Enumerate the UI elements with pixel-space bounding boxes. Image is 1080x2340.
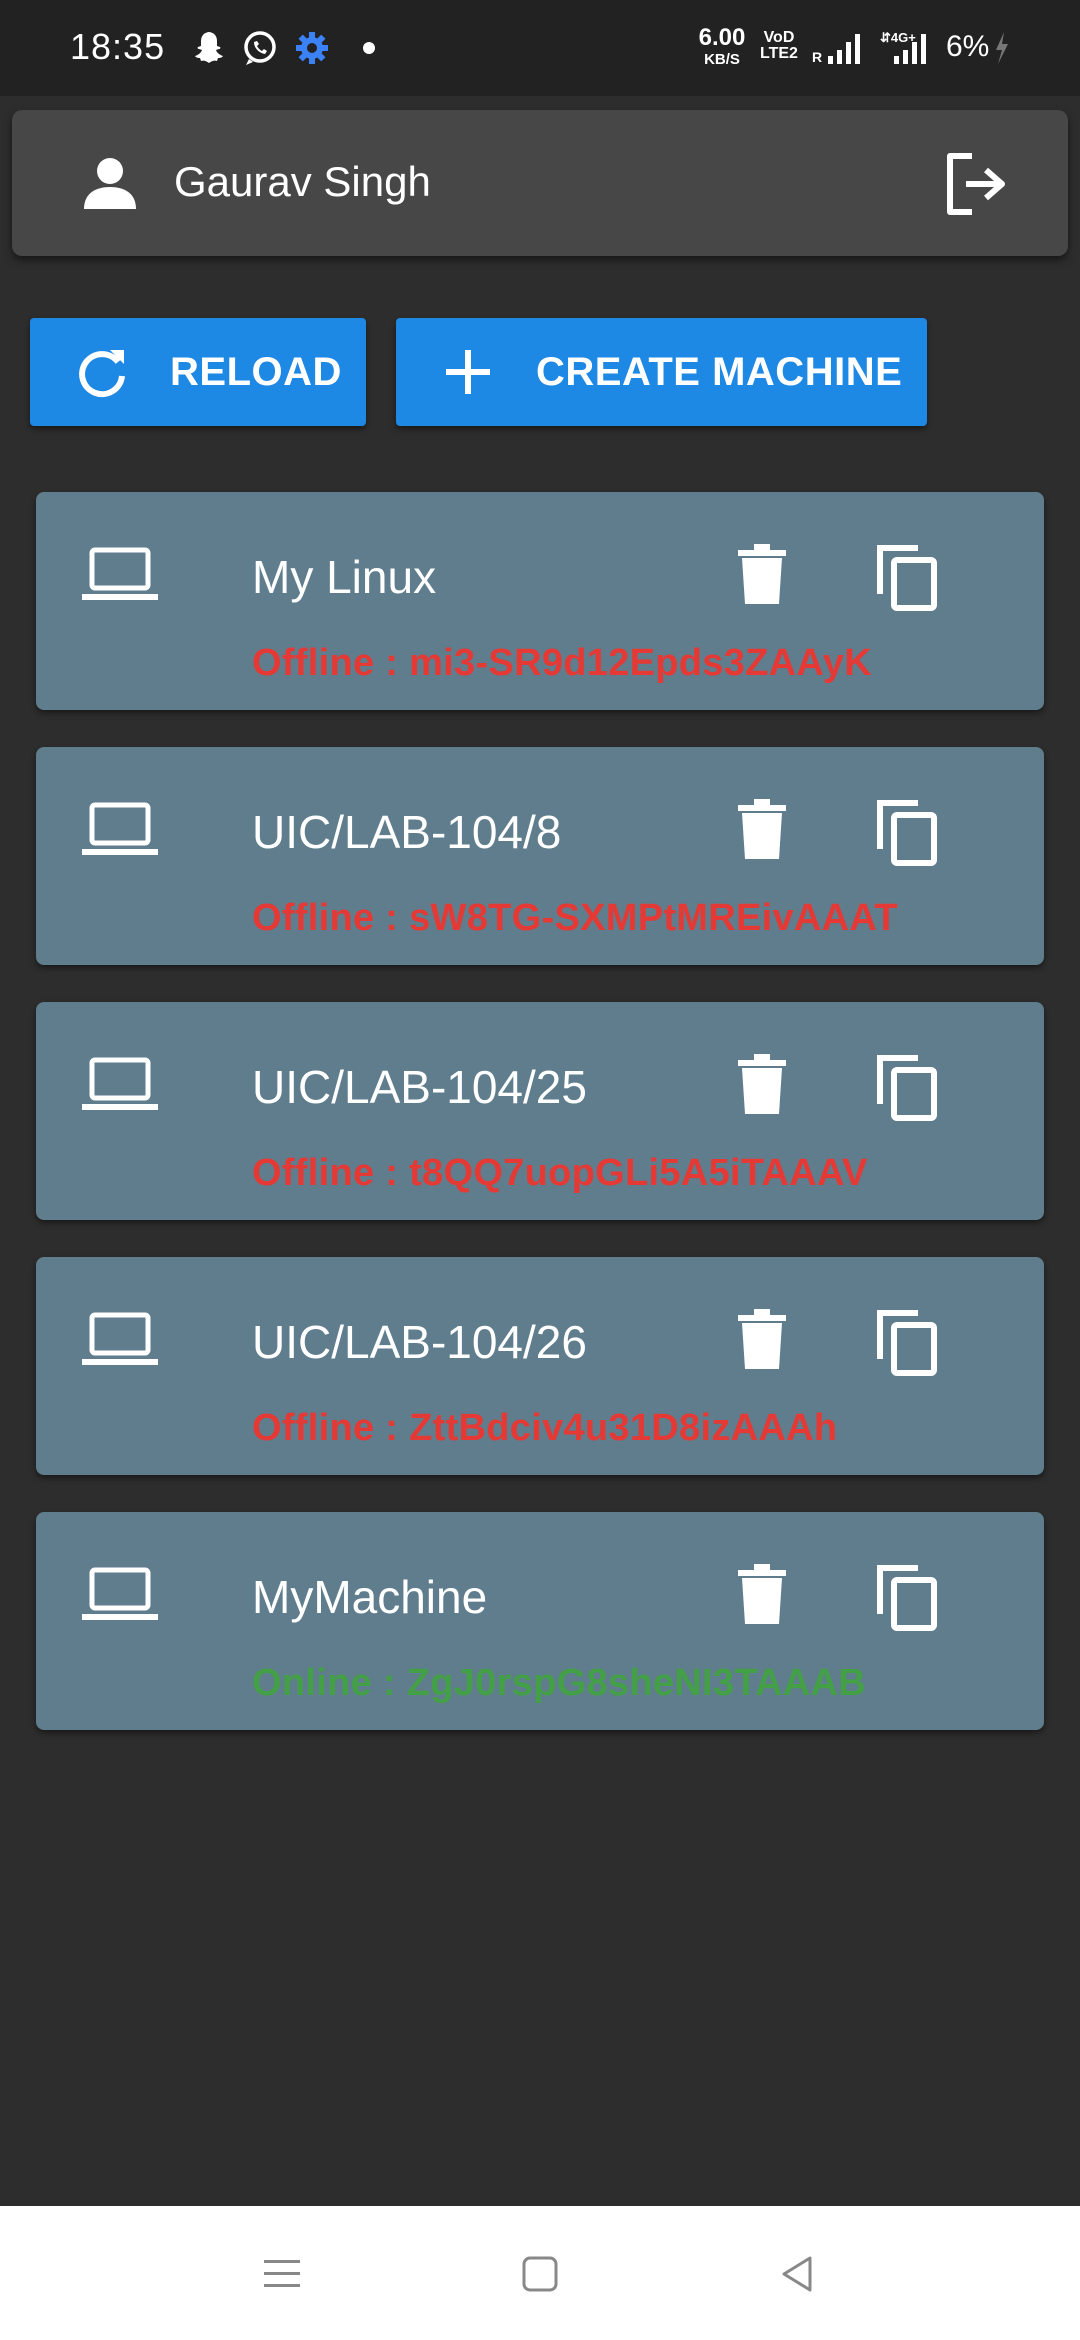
machine-name: My Linux [252,551,437,603]
trash-icon[interactable] [736,1564,788,1626]
machine-status: Online : ZgJ0rspG8sheNI3TAAAB [252,1662,866,1704]
copy-icon[interactable] [874,1307,940,1377]
machine-name: UIC/LAB-104/26 [252,1316,587,1368]
trash-icon[interactable] [736,1054,788,1116]
machine-status: Offline : sW8TG-SXMPtMREivAAAT [252,897,898,939]
svg-text:R: R [812,49,822,65]
signal-icon: R [812,34,860,65]
laptop-icon [82,1312,158,1365]
svg-text:⇵4G+: ⇵4G+ [880,30,916,45]
machine-card[interactable]: UIC/LAB-104/26 Offline : ZttBdciv4u31D8i… [36,1257,1044,1475]
trash-icon[interactable] [736,1309,788,1371]
whatsapp-icon [244,31,276,65]
machine-card[interactable]: MyMachine Online : ZgJ0rspG8sheNI3TAAAB [36,1512,1044,1730]
trash-icon[interactable] [736,799,788,861]
machine-card[interactable]: UIC/LAB-104/8 Offline : sW8TG-SXMPtMREiv… [36,747,1044,965]
reload-button[interactable]: RELOAD [30,318,366,426]
person-icon [84,158,136,209]
copy-icon[interactable] [874,542,940,612]
network-speed: 6.00 KB/S [698,24,746,68]
reload-label: RELOAD [170,349,342,394]
machine-status: Offline : t8QQ7uopGLi5A5iTAAAV [252,1152,868,1194]
create-machine-button[interactable]: CREATE MACHINE [396,318,927,426]
machine-name: UIC/LAB-104/25 [252,1061,587,1113]
laptop-icon [82,1057,158,1110]
signal-4g-icon: ⇵4G+ [880,30,926,64]
copy-icon[interactable] [874,1562,940,1632]
user-header: Gaurav Singh [12,110,1068,256]
create-machine-label: CREATE MACHINE [536,349,903,394]
machine-card[interactable]: UIC/LAB-104/25 Offline : t8QQ7uopGLi5A5i… [36,1002,1044,1220]
laptop-icon [82,547,158,600]
status-bar: 18:35 6.00 KB/S VoD LTE2 R ⇵4G+ 6% [0,0,1080,96]
trash-icon[interactable] [736,544,788,606]
machine-status: Offline : ZttBdciv4u31D8izAAAh [252,1407,838,1449]
battery-percent: 6% [946,30,990,63]
battery-icon [996,32,1008,64]
home-icon[interactable] [516,2250,564,2298]
machine-card[interactable]: My Linux Offline : mi3-SR9d12Epds3ZAAyK [36,492,1044,710]
machine-status: Offline : mi3-SR9d12Epds3ZAAyK [252,642,872,684]
laptop-icon [82,802,158,855]
volte-indicator: VoD LTE2 [760,29,798,62]
machine-name: MyMachine [252,1571,488,1623]
menu-icon[interactable] [258,2250,306,2298]
laptop-icon [82,1567,158,1620]
system-nav-bar [0,2206,1080,2340]
machine-name: UIC/LAB-104/8 [252,806,562,858]
refresh-icon [79,350,125,398]
copy-icon[interactable] [874,797,940,867]
status-time: 18:35 [70,26,166,67]
plus-icon [446,350,490,394]
user-name: Gaurav Singh [174,158,431,205]
snapchat-icon [195,32,223,63]
notification-dot [363,42,375,54]
back-icon[interactable] [774,2250,822,2298]
settings-gear-icon [296,32,328,64]
logout-icon[interactable] [942,150,1010,218]
copy-icon[interactable] [874,1052,940,1122]
